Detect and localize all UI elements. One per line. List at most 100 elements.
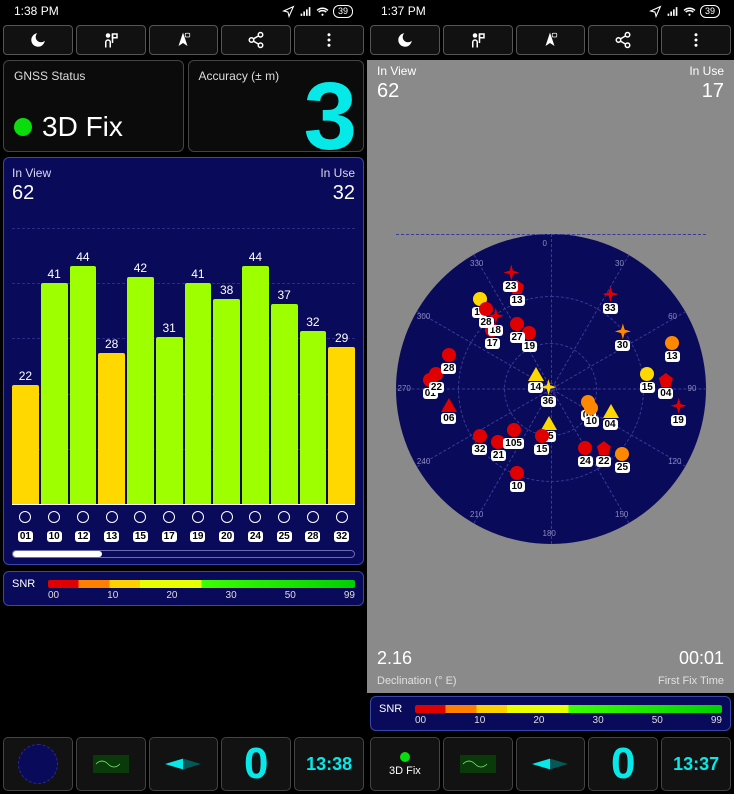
first-fix-label: First Fix Time	[658, 675, 724, 687]
bar-value: 31	[156, 321, 183, 335]
sky-plot: 0306090120150180210240270300330010404050…	[396, 234, 706, 544]
nav-compass-tab[interactable]	[516, 737, 586, 791]
satellite-marker: 04	[603, 404, 619, 430]
bar-label: 13	[98, 511, 125, 544]
bar-value: 44	[242, 250, 269, 264]
wifi-icon	[683, 5, 696, 18]
satellite-marker: 25	[615, 447, 630, 473]
nav-time-tab[interactable]: 13:37	[661, 737, 731, 791]
nav-compass-tab[interactable]	[149, 737, 219, 791]
degree-label: 240	[417, 457, 430, 466]
snr-tick: 30	[226, 590, 285, 601]
degree-label: 210	[470, 510, 483, 519]
share-button[interactable]	[588, 25, 658, 55]
compass-lock-button[interactable]	[149, 25, 219, 55]
accuracy-card[interactable]: Accuracy (± m) 3	[188, 60, 365, 152]
clock: 1:38 PM	[14, 4, 59, 18]
toolbar	[0, 22, 367, 57]
bar-value: 28	[98, 337, 125, 351]
satellite-marker: 32	[472, 429, 487, 455]
in-view-label: In View	[377, 64, 416, 78]
info-cards: GNSS Status 3D Fix Accuracy (± m) 3	[0, 57, 367, 154]
status-icons: 39	[282, 5, 353, 18]
declination-label: Declination (° E)	[377, 675, 457, 687]
satellite-marker: 36	[541, 379, 557, 407]
bar-label: 10	[41, 511, 68, 544]
in-use-value: 32	[333, 182, 355, 205]
first-fix-value: 00:01	[679, 648, 724, 669]
mark-location-button[interactable]	[76, 25, 146, 55]
satellite-marker: 06	[441, 398, 457, 424]
satellite-marker: 27	[510, 317, 525, 343]
accuracy-value: 3	[304, 69, 357, 165]
snr-tick: 00	[415, 715, 474, 726]
bar: 22	[12, 385, 39, 504]
clock: 1:37 PM	[381, 4, 426, 18]
in-view-label: In View	[12, 166, 51, 180]
nav-speed-tab[interactable]: 0	[221, 737, 291, 791]
nav-time-tab[interactable]: 13:38	[294, 737, 364, 791]
bar: 32	[300, 331, 327, 504]
fix-dot-icon	[400, 752, 410, 762]
nav-radar-tab[interactable]	[3, 737, 73, 791]
snr-gradient	[48, 580, 355, 588]
bar: 38	[213, 299, 240, 504]
snr-tick: 10	[474, 715, 533, 726]
satellite-marker: 10	[584, 401, 599, 427]
radar-mini-icon	[18, 744, 58, 784]
snr-ticks: 001020305099	[48, 590, 355, 601]
battery-badge: 39	[700, 5, 720, 18]
degree-label: 180	[543, 529, 556, 538]
bar-value: 44	[70, 250, 97, 264]
battery-badge: 39	[333, 5, 353, 18]
night-mode-button[interactable]	[3, 25, 73, 55]
satellite-marker: 15	[534, 429, 549, 455]
bar: 29	[328, 347, 355, 504]
nav-map-tab[interactable]	[76, 737, 146, 791]
bar-label: 28	[300, 511, 327, 544]
degree-label: 150	[615, 510, 628, 519]
worldmap-icon	[93, 746, 129, 782]
bar: 41	[185, 283, 212, 504]
scrollbar-thumb[interactable]	[13, 551, 102, 557]
satellite-marker: 04	[658, 373, 673, 399]
snr-ticks: 001020305099	[415, 715, 722, 726]
degree-label: 120	[668, 457, 681, 466]
bar-value: 41	[41, 267, 68, 281]
sky-view-panel[interactable]: In View In Use 62 17 0306090120150180210…	[367, 60, 734, 693]
bar: 28	[98, 353, 125, 504]
status-bar: 1:37 PM 39	[367, 0, 734, 22]
satellite-marker: 30	[615, 323, 631, 351]
nav-radar-tab[interactable]: 3D Fix	[370, 737, 440, 791]
compass-needle-icon	[165, 746, 201, 782]
bar: 42	[127, 277, 154, 504]
declination-value: 2.16	[377, 648, 412, 669]
snr-tick: 99	[711, 715, 722, 726]
bar-value: 38	[213, 283, 240, 297]
degree-label: 60	[668, 312, 677, 321]
bar-chart-scrollbar[interactable]	[12, 550, 355, 558]
bar-chart: 224144284231413844373229	[12, 234, 355, 504]
share-button[interactable]	[221, 25, 291, 55]
satellite-marker: 28	[441, 348, 456, 374]
snr-tick: 50	[285, 590, 344, 601]
night-mode-button[interactable]	[370, 25, 440, 55]
bar-value: 41	[185, 267, 212, 281]
gnss-status-card[interactable]: GNSS Status 3D Fix	[3, 60, 184, 152]
screen-right: 1:37 PM 39 In View In Use 62 17 03060901…	[367, 0, 734, 794]
in-use-value: 17	[702, 80, 724, 103]
bar-label: 24	[242, 511, 269, 544]
signal-icon	[666, 5, 679, 18]
bar: 44	[70, 266, 97, 504]
bottom-nav: 0 13:38	[0, 734, 367, 794]
snr-gradient	[415, 705, 722, 713]
in-view-value: 62	[12, 182, 34, 205]
menu-button[interactable]	[294, 25, 364, 55]
compass-lock-button[interactable]	[516, 25, 586, 55]
mark-location-button[interactable]	[443, 25, 513, 55]
nav-map-tab[interactable]	[443, 737, 513, 791]
snr-bar-panel[interactable]: In View In Use 62 32 2241442842314138443…	[3, 157, 364, 565]
location-icon	[649, 5, 662, 18]
nav-speed-tab[interactable]: 0	[588, 737, 658, 791]
menu-button[interactable]	[661, 25, 731, 55]
